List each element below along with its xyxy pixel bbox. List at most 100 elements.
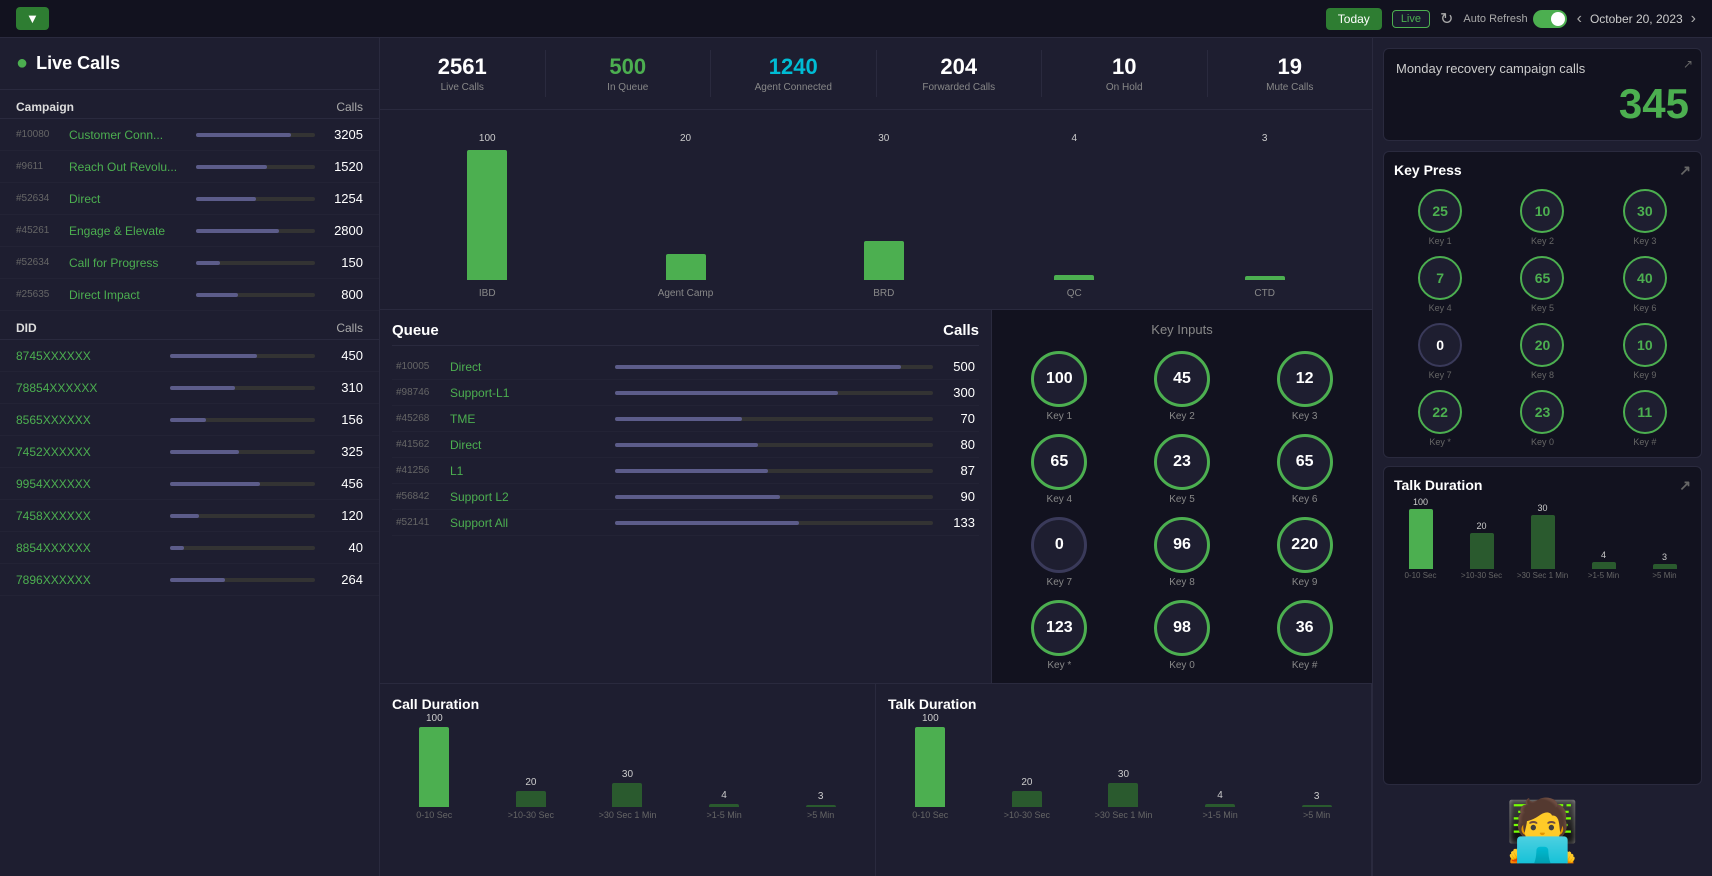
key-press-expand[interactable]: ↗ bbox=[1679, 162, 1691, 179]
mute-calls-value: 19 bbox=[1216, 54, 1365, 80]
key-name: Key 5 bbox=[1169, 494, 1195, 505]
mini-bar bbox=[1012, 791, 1042, 807]
row-id: #52634 bbox=[16, 257, 61, 268]
mini-bar bbox=[419, 727, 449, 807]
row-value: 2800 bbox=[323, 223, 363, 238]
expand-icon[interactable]: ↗ bbox=[1683, 57, 1693, 71]
kp-label: Key 5 bbox=[1531, 303, 1554, 313]
in-queue-value: 500 bbox=[554, 54, 703, 80]
kp-item: 20 Key 8 bbox=[1496, 323, 1588, 380]
row-name: Engage & Elevate bbox=[69, 224, 188, 238]
kp-knob: 30 bbox=[1623, 189, 1667, 233]
mini-bar-lbl: >10-30 Sec bbox=[508, 810, 554, 820]
today-button[interactable]: Today bbox=[1326, 8, 1382, 30]
mini-bar-group: 30 >30 Sec 1 Min bbox=[585, 769, 670, 820]
did-row-name: 7452XXXXXX bbox=[16, 445, 162, 459]
talk-duration-expand[interactable]: ↗ bbox=[1679, 477, 1691, 494]
row-bar bbox=[196, 165, 315, 169]
filter-button[interactable]: ▼ bbox=[16, 7, 49, 30]
key-knob: 23 bbox=[1154, 434, 1210, 490]
refresh-icon[interactable]: ↻ bbox=[1440, 9, 1453, 29]
row-name: Call for Progress bbox=[69, 256, 188, 270]
key-inputs-title: Key Inputs bbox=[1004, 322, 1360, 337]
queue-row-id: #98746 bbox=[396, 387, 444, 398]
td-bar bbox=[1653, 564, 1677, 569]
bar-value: 3 bbox=[1262, 133, 1268, 144]
agent-connected-value: 1240 bbox=[719, 54, 868, 80]
key-item: 96 Key 8 bbox=[1127, 517, 1238, 588]
key-knob: 0 bbox=[1031, 517, 1087, 573]
campaign-calls-label: Calls bbox=[336, 100, 363, 114]
kp-knob: 7 bbox=[1418, 256, 1462, 300]
key-name: Key 8 bbox=[1169, 577, 1195, 588]
mini-bar-val: 100 bbox=[922, 713, 939, 724]
queue-title-label: Queue bbox=[392, 322, 439, 339]
mini-bar-group: 3 >5 Min bbox=[1274, 791, 1359, 820]
table-row: 7452XXXXXX 325 bbox=[0, 436, 379, 468]
queue-row-value: 80 bbox=[939, 437, 975, 452]
mini-bar-lbl: 0-10 Sec bbox=[912, 810, 948, 820]
next-date-button[interactable]: › bbox=[1691, 10, 1696, 28]
kp-item: 0 Key 7 bbox=[1394, 323, 1486, 380]
forwarded-label: Forwarded Calls bbox=[885, 82, 1034, 93]
td-val: 20 bbox=[1476, 521, 1486, 531]
mini-bar-lbl: >30 Sec 1 Min bbox=[599, 810, 657, 820]
did-row-bar bbox=[170, 450, 316, 454]
td-bar bbox=[1409, 509, 1433, 569]
mini-bar-group: 100 0-10 Sec bbox=[888, 713, 973, 820]
call-duration-chart: 100 0-10 Sec 20 >10-30 Sec 30 >30 Sec 1 … bbox=[392, 720, 863, 820]
auto-refresh-toggle[interactable] bbox=[1533, 10, 1567, 28]
mini-bar-lbl: >10-30 Sec bbox=[1004, 810, 1050, 820]
talk-duration-center-title: Talk Duration bbox=[888, 696, 1359, 712]
call-duration-panel: Call Duration 100 0-10 Sec 20 >10-30 Sec… bbox=[380, 684, 876, 876]
kp-knob: 25 bbox=[1418, 189, 1462, 233]
kp-label: Key 0 bbox=[1531, 437, 1554, 447]
td-lbl: >5 Min bbox=[1652, 571, 1676, 580]
date-nav: ‹ October 20, 2023 › bbox=[1577, 10, 1696, 28]
did-row-value: 325 bbox=[323, 444, 363, 459]
bar-label: IBD bbox=[479, 288, 496, 299]
key-knob: 45 bbox=[1154, 351, 1210, 407]
mini-bar-val: 4 bbox=[1217, 790, 1223, 801]
key-name: Key 7 bbox=[1047, 577, 1073, 588]
queue-row-name: Direct bbox=[450, 438, 609, 452]
did-row-name: 7896XXXXXX bbox=[16, 573, 162, 587]
key-press-title: Key Press ↗ bbox=[1394, 162, 1691, 179]
mini-bar-lbl: >30 Sec 1 Min bbox=[1095, 810, 1153, 820]
table-row: #45261 Engage & Elevate 2800 bbox=[0, 215, 379, 247]
auto-refresh-toggle-wrap: Auto Refresh bbox=[1463, 10, 1566, 28]
mini-bar bbox=[1108, 783, 1138, 807]
bar-group: 30 BRD bbox=[864, 133, 904, 299]
prev-date-button[interactable]: ‹ bbox=[1577, 10, 1582, 28]
row-name: Customer Conn... bbox=[69, 128, 188, 142]
td-lbl: >1-5 Min bbox=[1588, 571, 1619, 580]
queue-row-id: #41562 bbox=[396, 439, 444, 450]
bar-value: 4 bbox=[1071, 133, 1077, 144]
illustration: 🧑‍💻 bbox=[1383, 795, 1702, 866]
kp-label: Key 9 bbox=[1633, 370, 1656, 380]
table-row: #9611 Reach Out Revolu... 1520 bbox=[0, 151, 379, 183]
kp-item: 7 Key 4 bbox=[1394, 256, 1486, 313]
campaign-card-count: 345 bbox=[1396, 80, 1689, 128]
row-id: #52634 bbox=[16, 193, 61, 204]
did-row-bar bbox=[170, 418, 316, 422]
queue-row-bar bbox=[615, 443, 933, 447]
kp-item: 65 Key 5 bbox=[1496, 256, 1588, 313]
top-chart: 100 IBD 20 Agent Camp 30 BRD 4 QC 3 CTD bbox=[380, 110, 1372, 310]
center-area: 2561 Live Calls 500 In Queue 1240 Agent … bbox=[380, 38, 1372, 876]
mini-bar-val: 4 bbox=[721, 790, 727, 801]
kp-label: Key * bbox=[1429, 437, 1451, 447]
topbar-left: ▼ bbox=[16, 7, 49, 30]
mini-bar bbox=[1302, 805, 1332, 807]
td-bar-group: 100 0-10 Sec bbox=[1394, 497, 1447, 580]
kp-item: 10 Key 2 bbox=[1496, 189, 1588, 246]
kp-label: Key 2 bbox=[1531, 236, 1554, 246]
queue-row-bar bbox=[615, 365, 933, 369]
bar bbox=[666, 254, 706, 280]
talk-duration-right-section: Talk Duration ↗ 100 0-10 Sec 20 >10-30 S… bbox=[1383, 466, 1702, 785]
key-name: Key 9 bbox=[1292, 577, 1318, 588]
live-calls-value: 2561 bbox=[388, 54, 537, 80]
queue-row: #41562 Direct 80 bbox=[392, 432, 979, 458]
key-knob: 98 bbox=[1154, 600, 1210, 656]
queue-row-id: #56842 bbox=[396, 491, 444, 502]
